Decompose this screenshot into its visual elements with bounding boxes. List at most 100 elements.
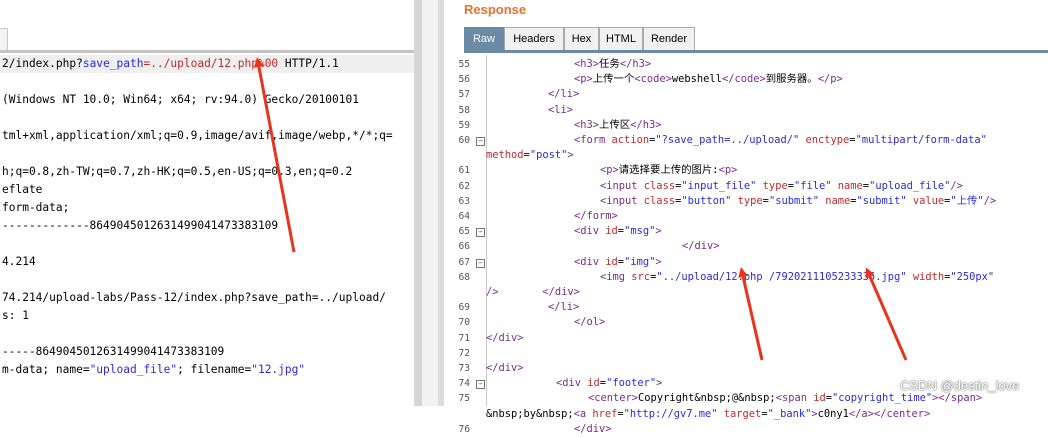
code-token: 到服务器。 <box>765 73 818 86</box>
code-token: 9 <box>271 219 279 232</box>
response-line: </div> <box>574 422 612 437</box>
request-line: (Windows NT 10.0; Win64; x64; rv:94.0) G… <box>2 91 359 109</box>
code-token: (Windows NT 10.0; Win64; x64; rv:94.0) G… <box>2 93 359 106</box>
gutter-separator <box>486 55 487 406</box>
code-token: <p> <box>718 164 738 177</box>
line-number: 72 <box>458 347 470 359</box>
code-token: 任务 <box>599 58 620 70</box>
code-token: <p> <box>574 73 593 86</box>
code-token: > <box>567 149 574 162</box>
request-tab-fragment[interactable] <box>0 28 8 51</box>
code-token: c0ny1 <box>817 407 849 420</box>
line-number: 59 <box>458 119 470 131</box>
request-line: 2/index.php?save_path=../upload/12.php%0… <box>0 55 414 73</box>
code-token: href <box>592 407 618 420</box>
code-token: 请选择要上传的图片: <box>618 164 719 177</box>
line-number: 62 <box>458 180 470 192</box>
code-token: "input_file" <box>681 179 757 192</box>
code-token: "12.jpg" <box>251 363 306 376</box>
code-token: class <box>643 194 676 207</box>
code-token: </code> <box>721 73 766 86</box>
code-token: form-data; <box>2 201 70 214</box>
response-line: </li> <box>548 87 579 102</box>
code-token: </div> <box>574 422 612 435</box>
response-line: <p>上传一个<code>webshell</code>到服务器。</p> <box>574 72 843 87</box>
fold-toggle[interactable]: − <box>476 380 485 390</box>
line-number: 65 <box>458 226 470 238</box>
line-number: 69 <box>458 302 470 314</box>
tab-render[interactable]: Render <box>643 27 695 50</box>
fold-toggle[interactable]: − <box>476 258 485 268</box>
code-token: > <box>655 255 662 268</box>
code-token: <input <box>600 179 644 192</box>
code-token: "img" <box>624 255 656 268</box>
code-token: name <box>831 179 863 192</box>
code-token: </h3> <box>619 58 652 70</box>
response-line: &nbsp;by&nbsp;<a href="http://gv7.me" ta… <box>486 407 930 422</box>
code-token: tml+xml,application/xml;q=0.9,image/avif… <box>2 129 393 142</box>
line-number: 67 <box>458 256 470 268</box>
code-token: </li> <box>548 88 580 101</box>
line-number: 63 <box>458 195 470 207</box>
response-line: <center>Copyright&nbsp;@&nbsp;<span id="… <box>588 391 982 406</box>
code-token: save_path <box>82 57 144 70</box>
code-token: type <box>756 179 788 192</box>
response-title: Response <box>464 2 527 17</box>
code-token: "upload_file" <box>89 363 178 376</box>
response-line: <h3>任务</h3> <box>574 57 651 72</box>
code-token: <h3> <box>574 58 600 70</box>
code-token: "?save_path=../upload/" <box>655 134 800 146</box>
code-token: <li> <box>548 103 574 116</box>
request-line: eflate <box>2 181 42 199</box>
code-token: <p> <box>600 164 619 177</box>
response-line: <form action="?save_path=../upload/" enc… <box>574 133 987 148</box>
tab-html[interactable]: HTML <box>599 27 643 50</box>
code-token: enctype <box>799 134 850 146</box>
tab-headers[interactable]: Headers <box>504 27 564 50</box>
code-token: "copyright_time" <box>832 392 933 405</box>
code-token: id <box>587 377 600 390</box>
line-number: 71 <box>458 332 470 344</box>
fold-toggle[interactable]: − <box>476 137 485 146</box>
response-line: </ol> <box>574 315 605 330</box>
code-token: HTTP/1.1 <box>278 57 339 70</box>
line-number: 70 <box>458 317 470 329</box>
request-line: tml+xml,application/xml;q=0.9,image/avif… <box>2 127 393 145</box>
code-token: <code> <box>634 73 672 86</box>
request-line: m-data; name="upload_file"; filename="12… <box>2 361 305 379</box>
code-token: /> <box>950 179 963 192</box>
fold-toggle[interactable]: − <box>476 228 485 238</box>
code-token: </ol> <box>574 316 606 329</box>
code-token: "footer" <box>606 377 657 390</box>
tab-hex[interactable]: Hex <box>564 27 599 50</box>
code-token: target <box>717 407 762 420</box>
code-token: <span <box>775 392 814 405</box>
code-token: type <box>731 194 763 207</box>
code-token: 上传区 <box>599 118 631 131</box>
code-token: 4.214 <box>2 255 36 268</box>
code-token: m-data; name= <box>2 363 90 376</box>
code-token: name <box>818 194 851 207</box>
code-token: "submit" <box>856 194 907 207</box>
pane-splitter[interactable] <box>414 0 422 406</box>
response-line: method="post"> <box>486 148 574 163</box>
response-line: </div> <box>486 331 524 346</box>
code-token: ; filename= <box>177 363 252 376</box>
code-token: class <box>643 179 676 192</box>
line-number: 58 <box>458 104 470 116</box>
watermark: CSDN @destin_love <box>900 378 1020 393</box>
code-token: -------------864904501263149904147338310 <box>2 219 272 232</box>
response-line: </form> <box>574 209 618 224</box>
code-token: action <box>611 134 650 146</box>
code-token: </div> <box>486 331 524 344</box>
tab-raw[interactable]: Raw <box>464 27 504 50</box>
code-token: /> <box>486 286 499 298</box>
line-number: 75 <box>458 393 470 405</box>
request-line: s: 1 <box>2 307 29 325</box>
code-token: eflate <box>2 183 43 196</box>
code-token: </center> <box>873 407 931 420</box>
response-line: </div> <box>682 239 720 254</box>
response-line: <li> <box>548 103 573 118</box>
code-token: "../upload/12.php /7920211105233335.jpg" <box>656 270 907 283</box>
